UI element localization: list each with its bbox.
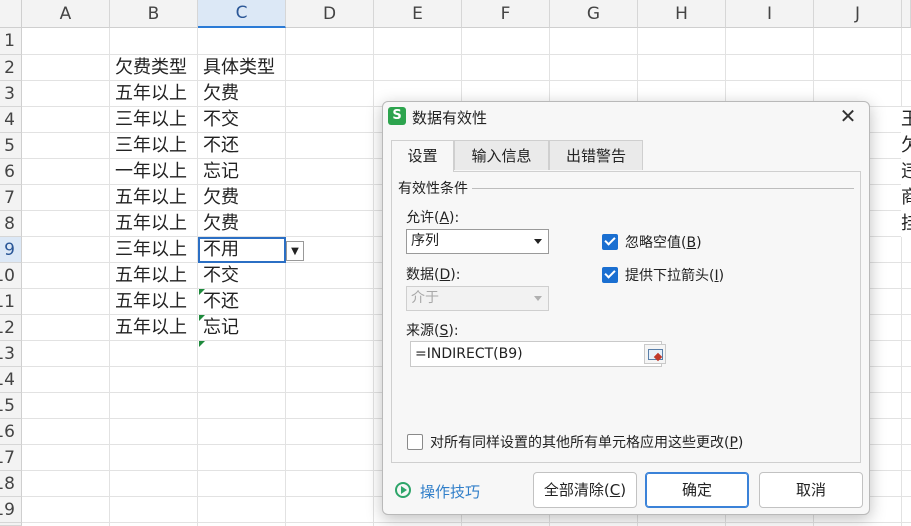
ok-button[interactable]: 确定 <box>645 472 749 508</box>
cell-c4[interactable]: 不交 <box>198 107 286 133</box>
data-select-value: 介于 <box>411 290 439 306</box>
column-header-c[interactable]: C <box>198 0 286 28</box>
dialog-title-bar[interactable]: S 数据有效性 ✕ <box>383 102 869 132</box>
allow-select[interactable]: 序列 <box>406 229 549 254</box>
row-header-9[interactable]: 9 <box>0 237 22 263</box>
cell-c3[interactable]: 欠费 <box>198 81 286 107</box>
row-header-14[interactable]: 14 <box>0 367 22 393</box>
cell-c5[interactable]: 不还 <box>198 133 286 159</box>
row-header-15[interactable]: 15 <box>0 393 22 419</box>
row-header-10[interactable]: 10 <box>0 263 22 289</box>
column-header-k[interactable] <box>902 0 911 28</box>
chevron-down-icon <box>534 239 542 244</box>
row-header-5[interactable]: 5 <box>0 133 22 159</box>
cell-b3[interactable]: 五年以上 <box>110 81 198 107</box>
allow-label: 允许(A): <box>406 210 460 226</box>
data-validation-dialog: S 数据有效性 ✕ 设置 输入信息 出错警告 有效性条件 允许(A): 序列 数… <box>382 101 870 515</box>
tips-label: 操作技巧 <box>420 483 481 501</box>
column-header-b[interactable]: B <box>110 0 198 28</box>
play-circle-icon <box>395 482 411 498</box>
cell-c2[interactable]: 具体类型 <box>198 55 286 81</box>
tab-settings[interactable]: 设置 <box>391 140 454 172</box>
row-header-19[interactable]: 19 <box>0 497 22 523</box>
chevron-down-icon <box>534 296 542 301</box>
cell-b4[interactable]: 三年以上 <box>110 107 198 133</box>
cell-c7[interactable]: 欠费 <box>198 185 286 211</box>
column-header-i[interactable]: I <box>726 0 814 28</box>
column-header-h[interactable]: H <box>638 0 726 28</box>
row-header-6[interactable]: 6 <box>0 159 22 185</box>
column-header-f[interactable]: F <box>462 0 550 28</box>
row-header-18[interactable]: 18 <box>0 471 22 497</box>
cancel-button[interactable]: 取消 <box>759 472 863 508</box>
row-header-16[interactable]: 16 <box>0 419 22 445</box>
source-input[interactable]: =INDIRECT(B9) <box>410 341 662 367</box>
ignore-blank-label[interactable]: 忽略空值(B) <box>625 232 702 252</box>
cell-k4[interactable]: 王 <box>901 107 911 133</box>
cell-b10[interactable]: 五年以上 <box>110 263 198 289</box>
row-header-3[interactable]: 3 <box>0 81 22 107</box>
data-label: 数据(D): <box>406 267 461 283</box>
cell-c10[interactable]: 不交 <box>198 263 286 289</box>
apply-all-checkbox[interactable] <box>407 434 423 450</box>
cell-c12[interactable]: 忘记 <box>198 315 286 341</box>
row-header-8[interactable]: 8 <box>0 211 22 237</box>
close-icon[interactable]: ✕ <box>837 104 859 128</box>
clear-all-button[interactable]: 全部清除(C) <box>533 472 637 508</box>
cell-b7[interactable]: 五年以上 <box>110 185 198 211</box>
column-header-a[interactable]: A <box>22 0 110 28</box>
column-header-e[interactable]: E <box>374 0 462 28</box>
source-label: 来源(S): <box>406 323 459 339</box>
cell-b11[interactable]: 五年以上 <box>110 289 198 315</box>
column-header-j[interactable]: J <box>814 0 902 28</box>
column-header-g[interactable]: G <box>550 0 638 28</box>
row-header-12[interactable]: 12 <box>0 315 22 341</box>
row-header-4[interactable]: 4 <box>0 107 22 133</box>
in-cell-dropdown-checkbox[interactable] <box>602 267 618 283</box>
range-picker-icon[interactable] <box>644 344 666 364</box>
cell-k5[interactable]: 欠 <box>901 133 911 159</box>
settings-panel: 有效性条件 允许(A): 序列 数据(D): 介于 忽略空值(B) 提供下拉箭头… <box>391 171 861 463</box>
cell-b12[interactable]: 五年以上 <box>110 315 198 341</box>
cell-dropdown-arrow-icon[interactable]: ▼ <box>286 241 304 261</box>
row-header-7[interactable]: 7 <box>0 185 22 211</box>
column-header-d[interactable]: D <box>286 0 374 28</box>
dialog-title: 数据有效性 <box>412 109 488 127</box>
row-header-11[interactable]: 11 <box>0 289 22 315</box>
row-header-13[interactable]: 13 <box>0 341 22 367</box>
cell-b5[interactable]: 三年以上 <box>110 133 198 159</box>
tab-error-alert[interactable]: 出错警告 <box>549 140 643 170</box>
ignore-blank-checkbox[interactable] <box>602 234 618 250</box>
error-indicator-icon <box>199 289 205 295</box>
in-cell-dropdown-label[interactable]: 提供下拉箭头(I) <box>625 265 724 285</box>
cell-k8[interactable]: 挂 <box>901 211 911 237</box>
cell-b8[interactable]: 五年以上 <box>110 211 198 237</box>
cell-c6[interactable]: 忘记 <box>198 159 286 185</box>
error-indicator-icon <box>199 341 205 347</box>
cell-b9[interactable]: 三年以上 <box>110 237 198 263</box>
cell-k7[interactable]: 商 <box>901 185 911 211</box>
validation-criteria-label: 有效性条件 <box>398 178 472 198</box>
allow-select-value: 序列 <box>411 233 439 249</box>
apply-all-label[interactable]: 对所有同样设置的其他所有单元格应用这些更改(P) <box>430 432 743 452</box>
select-all-corner[interactable] <box>0 0 22 28</box>
row-header-2[interactable]: 2 <box>0 55 22 81</box>
row-header-17[interactable]: 17 <box>0 445 22 471</box>
active-cell-selection <box>198 237 286 263</box>
cell-k6[interactable]: 违 <box>901 159 911 185</box>
cell-c8[interactable]: 欠费 <box>198 211 286 237</box>
cell-c11[interactable]: 不还 <box>198 289 286 315</box>
cell-b2[interactable]: 欠费类型 <box>110 55 198 81</box>
error-indicator-icon <box>199 315 205 321</box>
row-header-1[interactable]: 1 <box>0 28 22 55</box>
data-select[interactable]: 介于 <box>406 286 549 311</box>
cell-b6[interactable]: 一年以上 <box>110 159 198 185</box>
wps-spreadsheet-icon: S <box>388 107 406 125</box>
tab-input-message[interactable]: 输入信息 <box>454 140 549 170</box>
